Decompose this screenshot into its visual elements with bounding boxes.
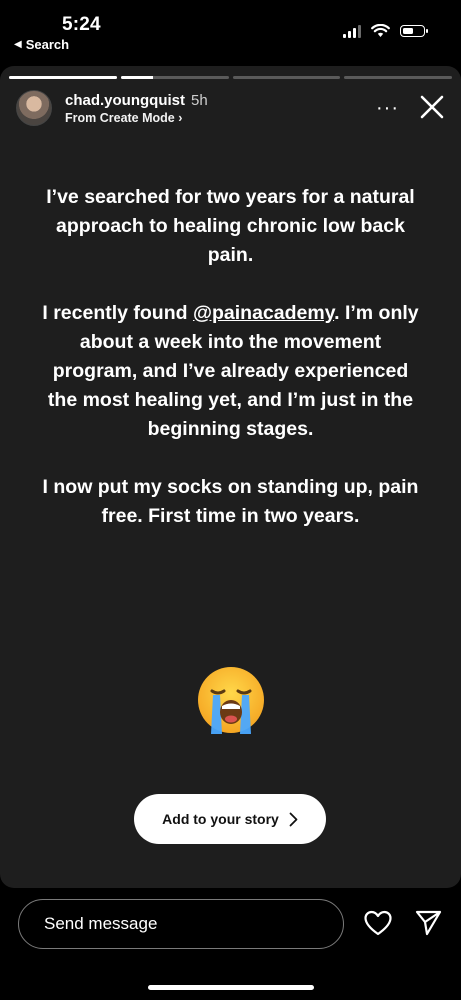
- battery-icon: [400, 25, 428, 37]
- story-header: chad.youngquist 5h From Create Mode › ···: [16, 90, 445, 130]
- avatar[interactable]: [16, 90, 52, 126]
- loudly-crying-face-emoji: [198, 667, 264, 734]
- progress-segment: [120, 76, 229, 79]
- add-to-your-story-label: Add to your story: [162, 811, 279, 827]
- progress-segment: [344, 76, 452, 79]
- chevron-right-icon: [289, 812, 298, 826]
- username[interactable]: chad.youngquist: [65, 92, 185, 109]
- post-time: 5h: [191, 92, 208, 109]
- chevron-right-small-icon: ›: [178, 111, 183, 125]
- back-triangle-icon: ◀: [14, 39, 22, 50]
- progress-segment: [9, 76, 117, 79]
- story-text: I’ve searched for two years for a natura…: [40, 183, 421, 560]
- send-message-input[interactable]: Send message: [18, 899, 344, 949]
- status-time: 5:24: [62, 14, 101, 35]
- story-card[interactable]: chad.youngquist 5h From Create Mode › ···…: [0, 66, 461, 888]
- home-indicator[interactable]: [148, 985, 314, 990]
- create-mode-label: From Create Mode: [65, 111, 175, 125]
- add-to-your-story-button[interactable]: Add to your story: [134, 794, 326, 844]
- back-search-label: Search: [25, 37, 70, 52]
- wifi-icon: [371, 24, 390, 37]
- story-paragraph-2: I recently found @painacademy. I’m only …: [40, 299, 421, 444]
- signal-icon: [343, 24, 361, 38]
- send-message-placeholder: Send message: [44, 914, 158, 933]
- back-to-search-button[interactable]: ◀ Search: [14, 37, 69, 52]
- more-horizontal-icon[interactable]: ···: [376, 98, 399, 118]
- send-icon[interactable]: [415, 909, 442, 936]
- story-paragraph-3: I now put my socks on standing up, pain …: [42, 476, 419, 527]
- progress-segment: [232, 76, 341, 79]
- close-icon[interactable]: [419, 94, 445, 120]
- paragraph-2-prefix: I recently found: [42, 302, 193, 324]
- story-paragraph-1: I’ve searched for two years for a natura…: [46, 186, 415, 266]
- status-bar: 5:24 ◀ Search: [0, 0, 461, 60]
- mention-link[interactable]: @painacademy: [193, 302, 334, 324]
- username-row[interactable]: chad.youngquist 5h: [65, 92, 208, 109]
- story-progress-bar: [9, 76, 452, 79]
- create-mode-link[interactable]: From Create Mode ›: [65, 111, 182, 125]
- status-icons: [343, 24, 428, 38]
- heart-icon[interactable]: [364, 910, 392, 936]
- bottom-bar: Send message: [0, 890, 461, 1000]
